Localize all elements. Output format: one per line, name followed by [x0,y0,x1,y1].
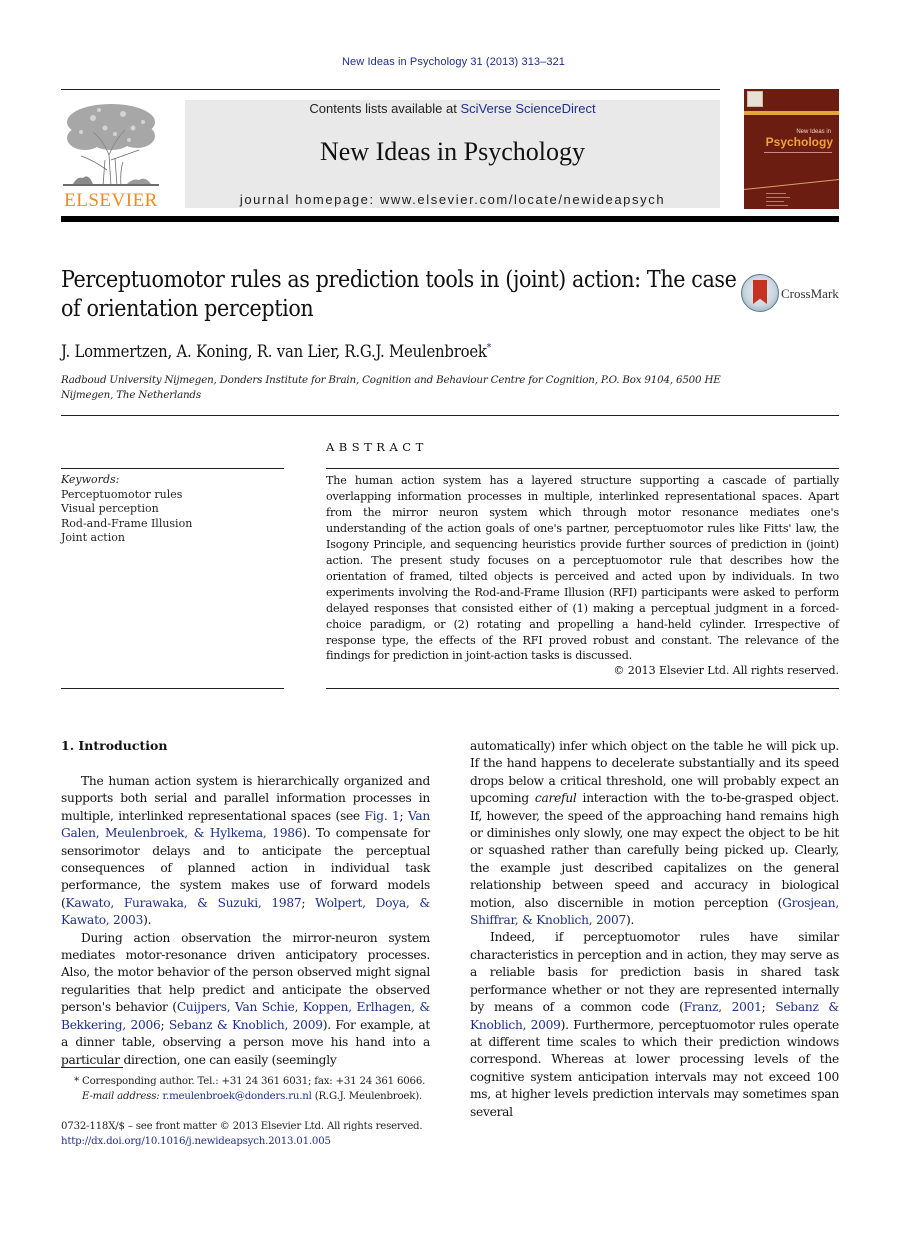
journal-banner: Contents lists available at SciVerse Sci… [185,100,720,208]
text-run: ). [143,913,152,928]
email-label: E-mail address: [82,1091,163,1102]
corresponding-author-footnote: * Corresponding author. Tel.: +31 24 361 … [61,1074,436,1104]
abstract-copyright: © 2013 Elsevier Ltd. All rights reserved… [613,664,839,677]
journal-title: New Ideas in Psychology [319,137,585,166]
elsevier-wordmark: ELSEVIER [64,190,158,211]
text-run: ; [160,1017,169,1032]
author-list: J. Lommertzen, A. Koning, R. van Lier, R… [61,342,491,361]
issn-line: 0732-118X/$ – see front matter © 2013 El… [61,1121,423,1132]
elsevier-logo[interactable]: ELSEVIER [61,100,161,211]
abstract-heading: ABSTRACT [326,440,428,454]
text-run: ; [301,895,316,910]
journal-homepage: journal homepage: www.elsevier.com/locat… [185,192,720,207]
elsevier-tree-icon [63,104,159,187]
homepage-link[interactable]: www.elsevier.com/locate/newideapsych [380,192,665,207]
citation-link[interactable]: Kawato, Furawaka, & Suzuki, 1987 [66,896,302,910]
text-run: ; [399,808,408,823]
running-head[interactable]: New Ideas in Psychology 31 (2013) 313–32… [0,56,907,68]
header-top-rule [61,89,720,90]
keyword-item: Visual perception [61,502,159,515]
title-divider [61,415,839,416]
cover-diagonal-line [744,177,839,190]
keyword-item: Perceptuomotor rules [61,487,183,501]
keywords-label: Keywords: [61,473,120,486]
cover-publisher-badge-icon [747,91,763,107]
header-thick-rule [61,216,839,222]
footnote-contact: Corresponding author. Tel.: +31 24 361 6… [82,1076,426,1087]
crossmark-icon [741,274,779,312]
keywords-block: Keywords: Perceptuomotor rules Visual pe… [61,473,284,546]
crossmark-label: CrossMark [781,286,839,301]
doi-link[interactable]: http://dx.doi.org/10.1016/j.newideapsych… [61,1136,331,1147]
article-title: Perceptuomotor rules as prediction tools… [61,267,737,322]
body-column-left: The human action system is hierarchicall… [61,773,430,1069]
abstract-top-rule [326,468,839,469]
citation-link[interactable]: Sebanz & Knoblich, 2009 [169,1018,323,1032]
intro-paragraph-2-continued: automatically) infer which object on the… [470,738,839,929]
text-run: ). Furthermore, perceptuomotor rules ope… [470,1017,839,1119]
keywords-bottom-rule [61,688,284,689]
text-run: interaction with the to-be-grasped objec… [470,791,840,910]
authors-names: J. Lommertzen, A. Koning, R. van Lier, R… [61,342,487,361]
cover-title-line2: Psychology [765,135,833,149]
footnote-rule [61,1067,123,1068]
intro-paragraph-1: The human action system is hierarchicall… [61,773,430,930]
keywords-top-rule [61,468,284,469]
contents-line: Contents lists available at SciVerse Sci… [185,100,720,116]
citation-link[interactable]: Franz, 2001 [684,1000,762,1014]
abstract-bottom-rule [326,688,839,689]
sciencedirect-link[interactable]: SciVerse ScienceDirect [460,101,595,116]
figure-reference-link[interactable]: Fig. 1 [364,809,399,823]
intro-paragraph-2: During action observation the mirror-neu… [61,930,430,1069]
body-column-right: automatically) infer which object on the… [470,738,839,1121]
email-suffix: (R.G.J. Meulenbroek). [311,1091,423,1102]
homepage-label: journal homepage: [239,192,380,207]
section-heading-introduction: 1. Introduction [61,738,168,753]
front-matter: 0732-118X/$ – see front matter © 2013 El… [61,1119,441,1149]
emphasis-text: careful [534,791,577,806]
journal-cover-thumbnail[interactable]: New Ideas in Psychology [744,89,839,209]
intro-paragraph-3: Indeed, if perceptuomotor rules have sim… [470,929,839,1120]
abstract-text: The human action system has a layered st… [326,474,839,663]
text-run: ). [626,913,635,928]
affiliation: Radboud University Nijmegen, Donders Ins… [61,374,721,401]
cover-stripe [744,111,839,115]
contents-prefix: Contents lists available at [309,101,461,116]
text-run: ; [761,1000,776,1015]
email-link[interactable]: r.meulenbroek@donders.ru.nl [163,1091,312,1102]
crossmark-button[interactable]: CrossMark [741,274,841,314]
cover-subtitle-rule [764,152,832,153]
corresponding-author-marker[interactable]: * [487,343,492,354]
keyword-item: Joint action [61,531,125,544]
keyword-item: Rod-and-Frame Illusion [61,516,193,530]
footnote-marker: * [74,1076,79,1087]
